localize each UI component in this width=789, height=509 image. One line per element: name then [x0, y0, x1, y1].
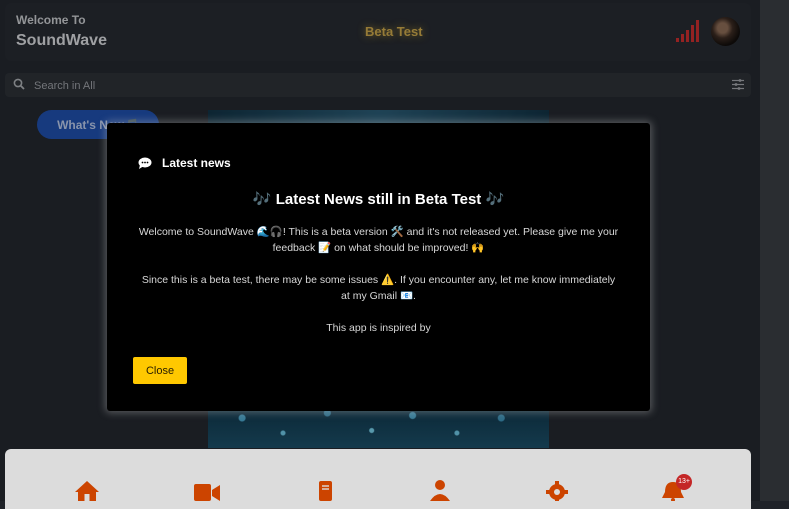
chat-icon: [138, 157, 152, 169]
video-icon: [194, 484, 220, 501]
nav-settings[interactable]: [542, 479, 572, 501]
user-icon: [430, 480, 450, 501]
nav-videos[interactable]: [192, 479, 222, 501]
modal-header: Latest news: [138, 156, 231, 170]
modal-heading: Latest news: [162, 156, 231, 170]
bottom-nav: 13+: [5, 449, 751, 509]
close-button[interactable]: Close: [133, 357, 187, 384]
modal-title: 🎶 Latest News still in Beta Test 🎶: [252, 191, 505, 208]
notification-badge: 13+: [676, 474, 692, 490]
home-icon: [75, 481, 99, 501]
modal-paragraph-issues: Since this is a beta test, there may be …: [141, 274, 616, 302]
nav-profile[interactable]: [425, 479, 455, 501]
gear-icon: [546, 481, 568, 501]
nav-home[interactable]: [72, 479, 102, 501]
book-icon: [319, 481, 332, 501]
scrollbar[interactable]: [760, 0, 789, 501]
nav-library[interactable]: [310, 479, 340, 501]
latest-news-modal: Latest news 🎶 Latest News still in Beta …: [107, 123, 650, 411]
modal-paragraph-welcome: Welcome to SoundWave 🌊🎧! This is a beta …: [138, 226, 619, 254]
modal-paragraph-inspired: This app is inspired by: [326, 322, 431, 334]
